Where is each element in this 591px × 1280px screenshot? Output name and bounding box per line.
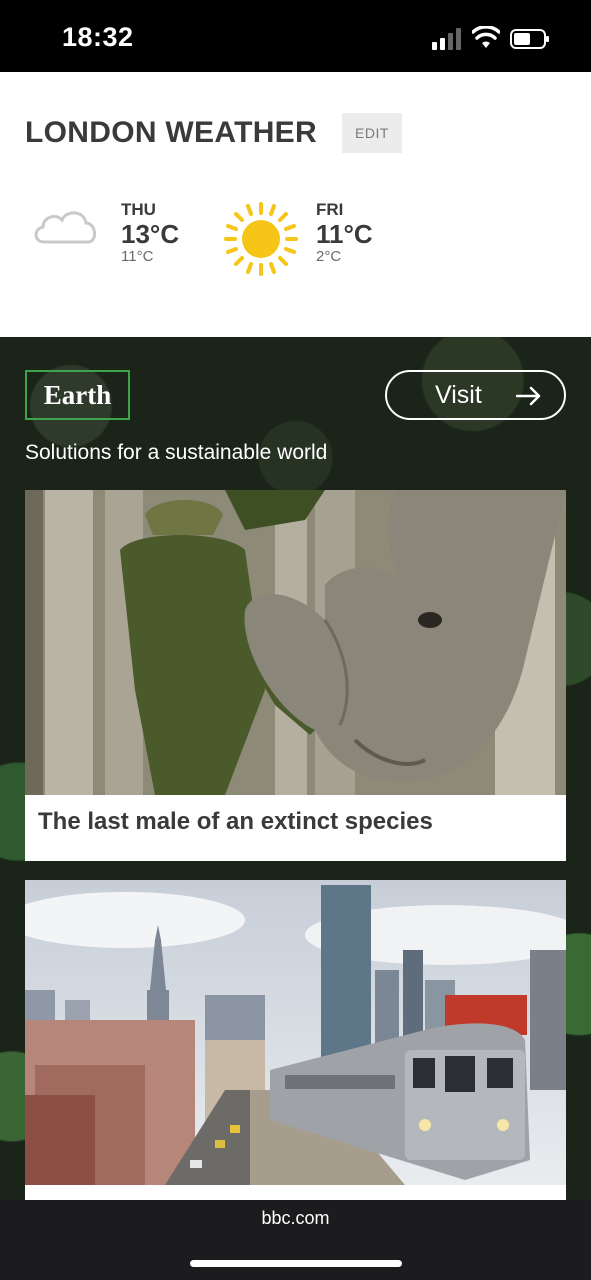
arrow-right-icon xyxy=(516,386,541,406)
day-name: THU xyxy=(121,200,156,219)
weather-widget: LONDON WEATHER EDIT THU 13°C 11°C FRI 11… xyxy=(0,72,591,337)
earth-section: Earth Visit Solutions for a sustainable … xyxy=(0,337,591,1200)
battery-icon xyxy=(510,29,549,49)
weather-title: LONDON WEATHER xyxy=(25,116,317,149)
url-bar[interactable]: bbc.com xyxy=(0,1208,591,1229)
day-high-temp: 13°C xyxy=(121,219,180,249)
visit-button[interactable]: Visit xyxy=(385,370,566,420)
signal-icon xyxy=(432,28,461,50)
story-card[interactable] xyxy=(25,880,566,1200)
earth-subtitle: Solutions for a sustainable world xyxy=(25,441,328,464)
cloud-icon xyxy=(34,211,96,244)
edit-button[interactable]: EDIT xyxy=(342,113,402,153)
rhino-photo xyxy=(25,490,566,795)
forecast-day-fri: FRI 11°C 2°C xyxy=(316,200,373,265)
home-indicator[interactable] xyxy=(190,1260,402,1267)
day-name: FRI xyxy=(316,200,344,219)
story-card[interactable]: The last male of an extinct species xyxy=(25,490,566,861)
story-headline: The last male of an extinct species xyxy=(38,808,433,835)
visit-label: Visit xyxy=(435,380,482,409)
forecast-day-thu: THU 13°C 11°C xyxy=(121,200,179,265)
wifi-icon xyxy=(472,26,500,48)
sun-icon xyxy=(224,202,298,276)
earth-logo[interactable]: Earth xyxy=(25,370,130,420)
browser-bottom-bar: bbc.com xyxy=(0,1200,591,1280)
status-bar: 18:32 xyxy=(0,0,591,72)
day-low-temp: 11°C xyxy=(121,248,154,265)
day-high-temp: 11°C xyxy=(316,219,373,249)
status-time: 18:32 xyxy=(62,22,134,52)
day-low-temp: 2°C xyxy=(316,248,342,265)
city-train-photo xyxy=(25,880,566,1185)
